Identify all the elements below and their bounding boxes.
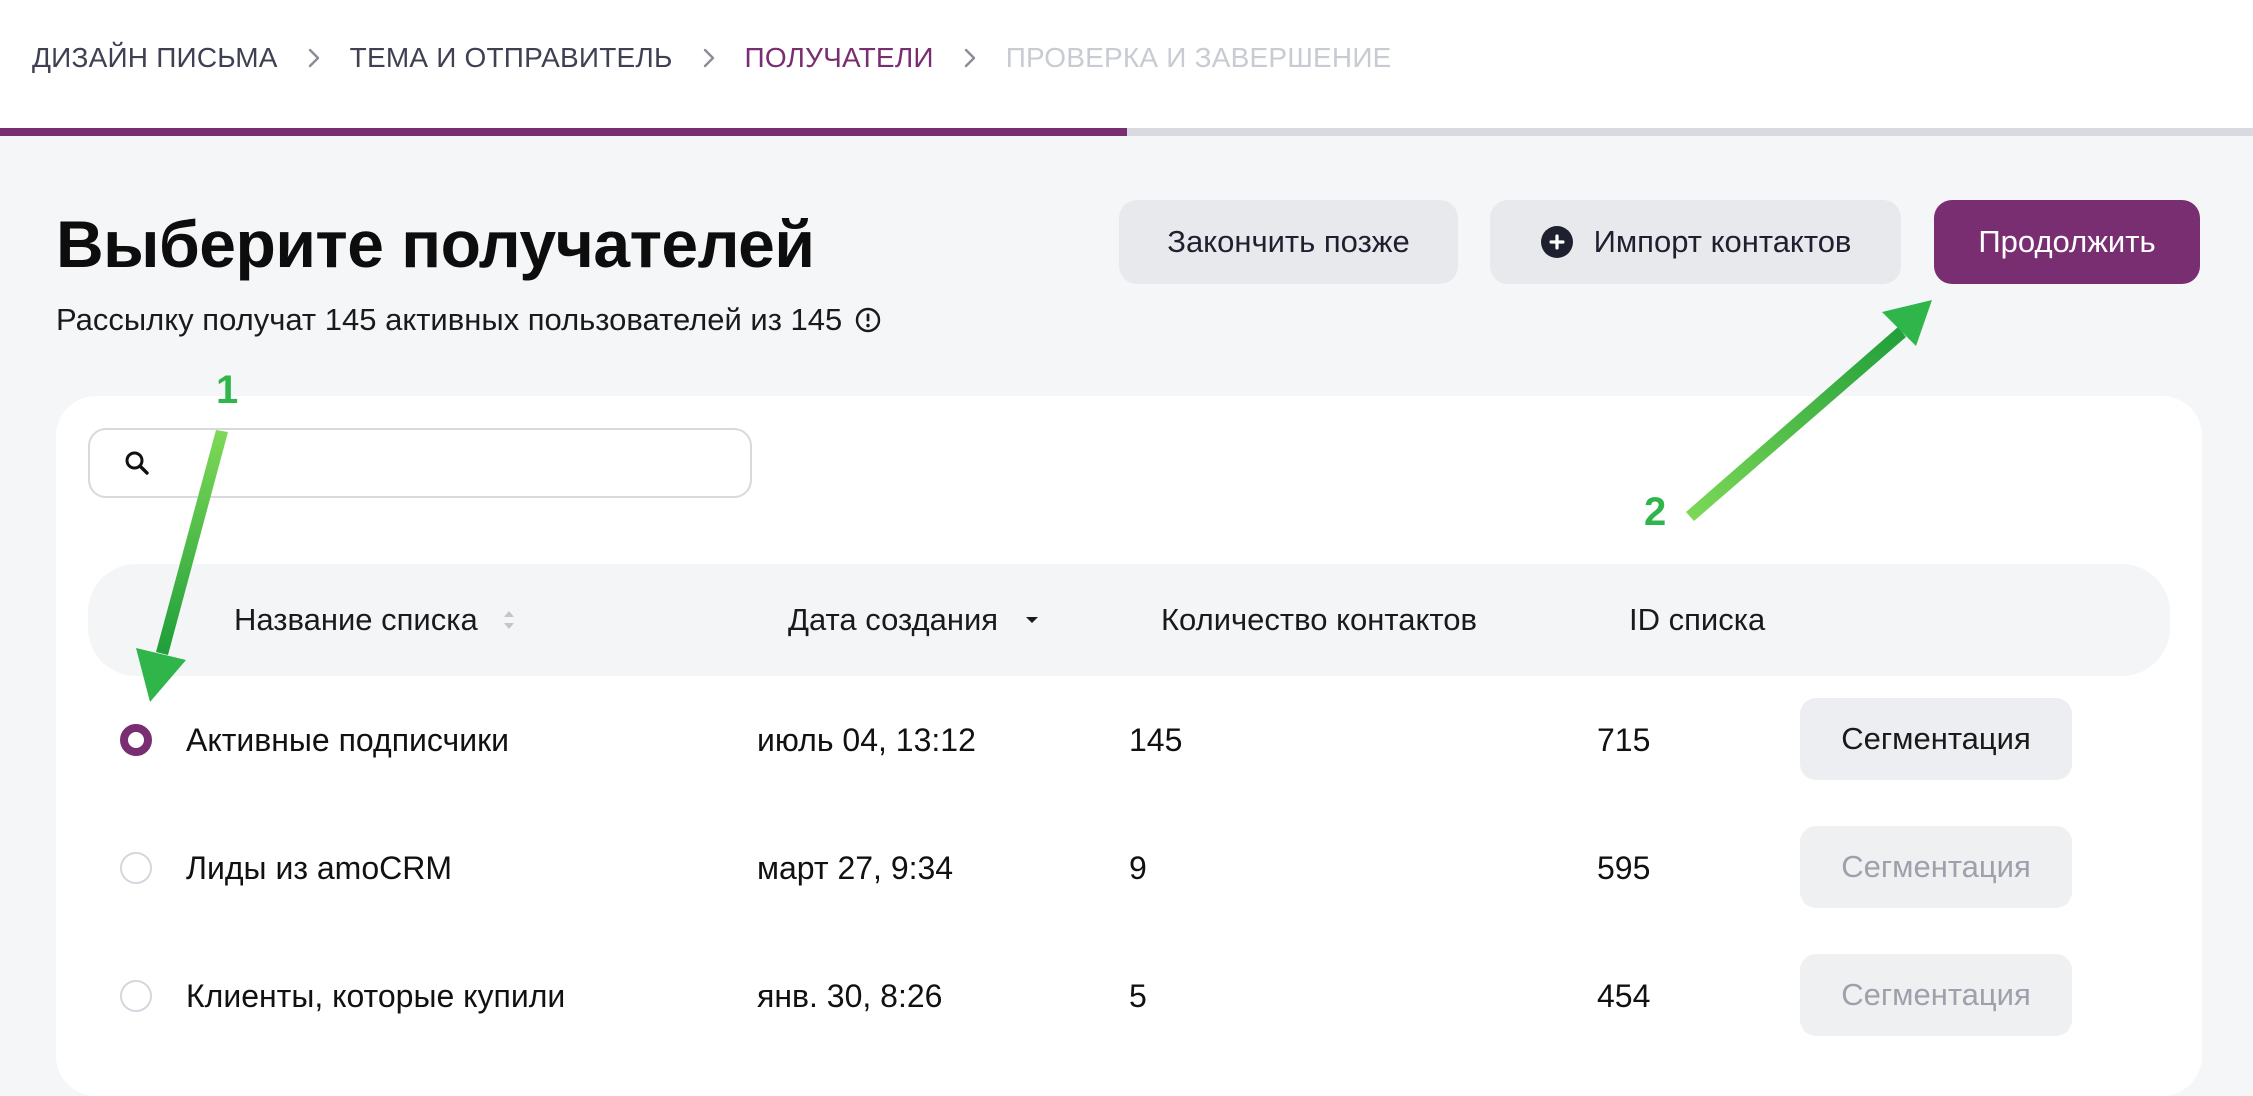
wizard-progress-bar	[0, 128, 2253, 136]
column-header-name-label: Название списка	[234, 602, 478, 637]
list-name: Лиды из amoCRM	[186, 849, 452, 886]
step-subject-sender[interactable]: ТЕМА И ОТПРАВИТЕЛЬ	[350, 42, 673, 74]
step-review-finish: ПРОВЕРКА И ЗАВЕРШЕНИЕ	[1005, 42, 1392, 73]
caret-down-icon[interactable]	[1024, 614, 1040, 626]
row-radio[interactable]	[120, 980, 152, 1012]
plus-circle-icon	[1540, 225, 1574, 259]
annotation-label-2: 2	[1644, 490, 1667, 534]
continue-button[interactable]: Продолжить	[1934, 200, 2200, 284]
segmentation-button: Сегментация	[1800, 954, 2072, 1036]
stepper-steps: ДИЗАЙН ПИСЬМА ТЕМА И ОТПРАВИТЕЛЬ ПОЛУЧАТ…	[32, 38, 1392, 78]
chevron-right-icon	[294, 47, 334, 69]
wizard-progress-fill	[0, 128, 1127, 136]
list-created-date: июль 04, 13:12	[757, 721, 976, 758]
page-title: Выберите получателей	[56, 207, 815, 281]
list-created-date: март 27, 9:34	[757, 849, 954, 886]
list-contact-count: 9	[1129, 849, 1147, 886]
sort-icon[interactable]	[502, 607, 516, 633]
info-icon[interactable]	[854, 306, 882, 334]
table-header: Название списка Дата создания Количество…	[88, 564, 2170, 676]
list-name: Активные подписчики	[186, 721, 509, 758]
step-recipients[interactable]: ПОЛУЧАТЕЛИ	[745, 42, 934, 74]
table-row[interactable]: Клиенты, которые купили янв. 30, 8:26 5 …	[56, 932, 2202, 1060]
segmentation-button[interactable]: Сегментация	[1800, 698, 2072, 780]
list-name: Клиенты, которые купили	[186, 977, 566, 1014]
import-contacts-button[interactable]: Импорт контактов	[1490, 200, 1901, 284]
list-contact-count: 5	[1129, 977, 1147, 1014]
list-id: 595	[1597, 849, 1651, 886]
chevron-right-icon	[689, 47, 729, 69]
step-email-design[interactable]: ДИЗАЙН ПИСЬМА	[32, 42, 278, 74]
recipients-summary-text: Рассылку получат 145 активных пользовате…	[56, 302, 843, 337]
row-radio-selected[interactable]	[120, 724, 152, 756]
recipients-summary: Рассылку получат 145 активных пользовате…	[56, 302, 882, 338]
column-header-date[interactable]: Дата создания	[788, 564, 1040, 676]
finish-later-label: Закончить позже	[1167, 224, 1410, 259]
column-header-id-label: ID списка	[1629, 602, 1766, 637]
recipient-lists-card: Название списка Дата создания Количество…	[56, 396, 2202, 1096]
segmentation-button: Сегментация	[1800, 826, 2072, 908]
column-header-name[interactable]: Название списка	[234, 564, 516, 676]
list-contact-count: 145	[1129, 721, 1183, 758]
row-radio[interactable]	[120, 852, 152, 884]
search-icon	[124, 450, 150, 476]
wizard-stepper: ДИЗАЙН ПИСЬМА ТЕМА И ОТПРАВИТЕЛЬ ПОЛУЧАТ…	[0, 0, 2253, 128]
search-box[interactable]	[88, 428, 752, 498]
list-created-date: янв. 30, 8:26	[757, 977, 943, 1014]
column-header-count: Количество контактов	[1161, 564, 1477, 676]
column-header-date-label: Дата создания	[788, 602, 999, 637]
search-input[interactable]	[170, 437, 714, 489]
finish-later-button[interactable]: Закончить позже	[1119, 200, 1458, 284]
import-contacts-label: Импорт контактов	[1593, 224, 1852, 259]
continue-label: Продолжить	[1978, 224, 2156, 259]
table-row[interactable]: Лиды из amoCRM март 27, 9:34 9 595 Сегме…	[56, 804, 2202, 932]
table-row[interactable]: Активные подписчики июль 04, 13:12 145 7…	[56, 676, 2202, 804]
annotation-label-1: 1	[216, 368, 239, 412]
column-header-count-label: Количество контактов	[1161, 602, 1477, 637]
list-id: 454	[1597, 977, 1651, 1014]
column-header-id: ID списка	[1629, 564, 1765, 676]
chevron-right-icon	[950, 47, 990, 69]
list-id: 715	[1597, 721, 1651, 758]
